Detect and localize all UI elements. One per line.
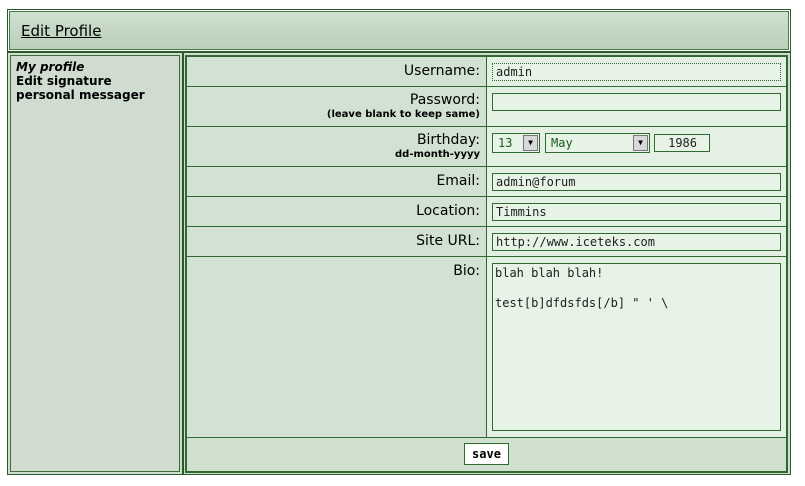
save-row: save: [187, 438, 786, 471]
password-hint: (leave blank to keep same): [326, 109, 480, 120]
location-input[interactable]: Timmins: [492, 203, 781, 221]
birthday-year-input[interactable]: 1986: [654, 134, 710, 152]
password-row: Password: (leave blank to keep same): [187, 87, 786, 127]
sidebar-item-personal-messager[interactable]: personal messager: [16, 88, 145, 102]
site-url-label: Site URL:: [416, 233, 480, 249]
sidebar-item-my-profile[interactable]: My profile: [16, 60, 84, 74]
chevron-down-icon[interactable]: ▼: [523, 135, 538, 151]
location-row: Location: Timmins: [187, 197, 786, 227]
bio-row: Bio: blah blah blah! test[b]dfdsfds[/b] …: [187, 257, 786, 438]
site-url-row: Site URL: http://www.iceteks.com: [187, 227, 786, 257]
username-row: Username: admin: [187, 57, 786, 87]
chevron-down-icon[interactable]: ▼: [633, 135, 648, 151]
email-input[interactable]: admin@forum: [492, 173, 781, 191]
birthday-label: Birthday:: [416, 132, 480, 148]
site-url-input[interactable]: http://www.iceteks.com: [492, 233, 781, 251]
email-label: Email:: [436, 173, 480, 189]
email-row: Email: admin@forum: [187, 167, 786, 197]
sidebar-item-edit-signature[interactable]: Edit signature: [16, 74, 112, 88]
header-bar: [9, 11, 789, 50]
password-label: Password:: [409, 92, 480, 108]
birthday-month-value: May: [551, 136, 573, 150]
birthday-month-select[interactable]: May ▼: [545, 133, 650, 153]
password-input[interactable]: [492, 93, 781, 111]
profile-form: Username: admin Password: (leave blank t…: [185, 55, 788, 473]
bio-label: Bio:: [453, 263, 480, 279]
sidebar: My profile Edit signature personal messa…: [7, 52, 183, 475]
username-input[interactable]: admin: [492, 63, 781, 81]
save-button[interactable]: save: [464, 443, 509, 465]
birthday-hint: dd-month-yyyy: [395, 149, 480, 160]
birthday-day-value: 13: [498, 136, 513, 150]
page-title[interactable]: Edit Profile: [21, 22, 101, 40]
location-label: Location:: [416, 203, 480, 219]
birthday-row: Birthday: dd-month-yyyy 13 ▼ May ▼ 1986: [187, 127, 786, 167]
username-label: Username:: [403, 63, 480, 79]
bio-textarea[interactable]: blah blah blah! test[b]dfdsfds[/b] " ' \: [492, 263, 781, 431]
birthday-day-select[interactable]: 13 ▼: [492, 133, 540, 153]
sidebar-inner: [10, 55, 180, 472]
